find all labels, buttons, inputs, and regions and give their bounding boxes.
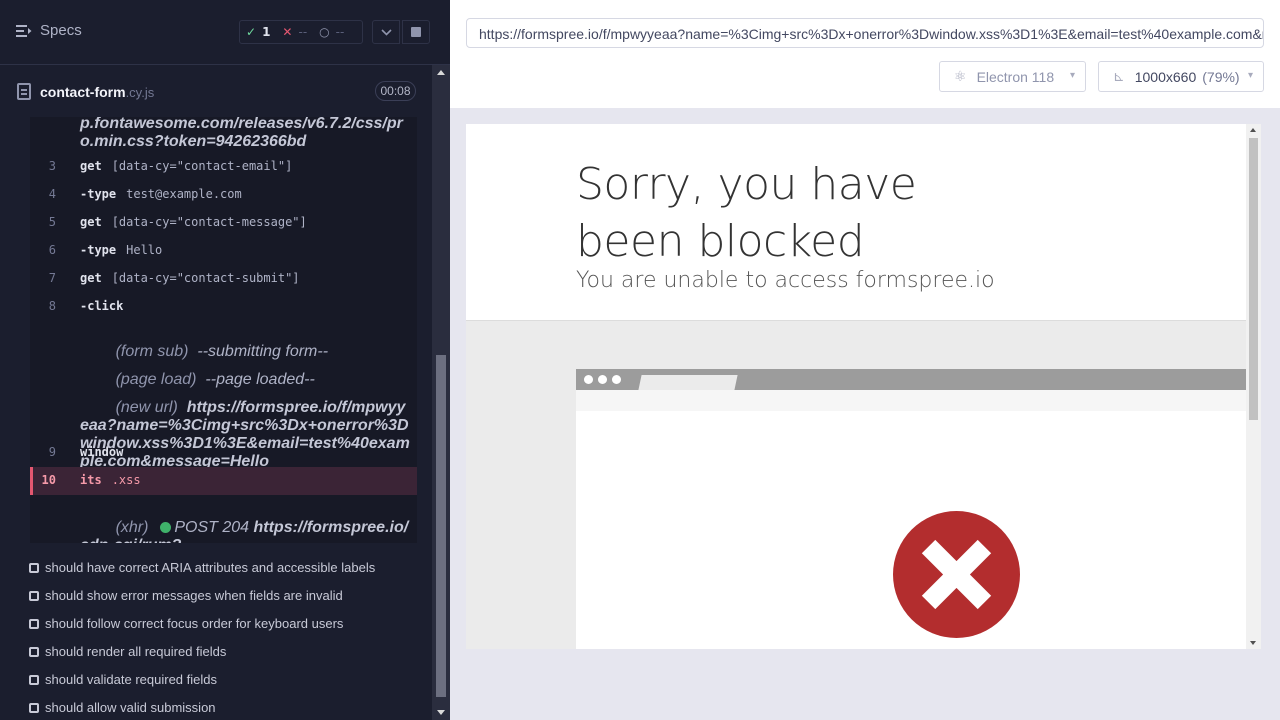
block-illustration xyxy=(466,321,1246,649)
browser-mock-tab xyxy=(638,375,738,390)
x-icon: ✕ xyxy=(282,25,293,39)
test-state-icon xyxy=(29,590,39,601)
block-page-header: Sorry, you have been blocked You are una… xyxy=(466,124,1246,321)
expand-button[interactable] xyxy=(372,20,400,44)
command-message-wrapped: p.fontawesome.com/releases/v6.7.2/css/pr… xyxy=(80,117,403,150)
electron-icon: ⚛ xyxy=(954,68,967,84)
status-dot-icon xyxy=(160,522,172,533)
test-item[interactable]: should show error messages when fields a… xyxy=(29,588,343,603)
test-item[interactable]: should follow correct focus order for ke… xyxy=(29,616,343,631)
page-subtitle: You are unable to access formspree.io xyxy=(576,268,995,293)
test-state-icon xyxy=(29,646,39,657)
test-item[interactable]: should validate required fields xyxy=(29,672,217,687)
stop-icon xyxy=(411,27,421,37)
viewport-info[interactable]: ⊾ 1000x660 (79%) ▾ xyxy=(1098,61,1264,92)
chevron-down-icon: ▾ xyxy=(1069,70,1075,81)
test-item[interactable]: should have correct ARIA attributes and … xyxy=(29,560,375,575)
viewport-size: 1000x660 xyxy=(1134,68,1197,85)
aut-header: https://formspree.io/f/mpwyyeaa?name=%3C… xyxy=(450,0,1280,108)
window-dots-icon xyxy=(584,375,621,384)
browser-mock-window xyxy=(576,411,1246,649)
test-item[interactable]: should allow valid submission xyxy=(29,700,216,715)
aut-iframe[interactable]: Sorry, you have been blocked You are una… xyxy=(466,124,1261,649)
test-item[interactable]: should render all required fields xyxy=(29,644,226,659)
xhr-event-row[interactable]: (xhr) POST 204 https://formspree.io/cdn-… xyxy=(80,501,412,543)
stop-button[interactable] xyxy=(402,20,430,44)
browser-label: Electron 118 xyxy=(976,68,1055,85)
menu-icon xyxy=(16,24,32,37)
browser-mock-titlebar xyxy=(576,369,1246,390)
spec-duration: 00:08 xyxy=(375,81,416,101)
specs-button[interactable]: Specs xyxy=(16,22,82,39)
iframe-scrollbar[interactable] xyxy=(1246,124,1261,649)
pending-icon: ○ xyxy=(319,25,330,39)
test-state-icon xyxy=(29,562,39,573)
blocked-x-icon xyxy=(893,511,1020,638)
viewport-scale: (79%) xyxy=(1202,68,1240,85)
test-state-icon xyxy=(29,702,39,713)
scroll-up-icon[interactable] xyxy=(437,70,445,75)
test-stats: ✓ 1 ✕ -- ○ -- xyxy=(239,20,363,44)
command-log: p.fontawesome.com/releases/v6.7.2/css/pr… xyxy=(30,117,417,543)
app-under-test-panel: https://formspree.io/f/mpwyyeaa?name=%3C… xyxy=(450,0,1280,720)
scroll-down-icon[interactable] xyxy=(1250,641,1256,645)
browser-selector[interactable]: ⚛ Electron 118 ▾ xyxy=(939,61,1086,92)
url-bar[interactable]: https://formspree.io/f/mpwyyeaa?name=%3C… xyxy=(466,18,1264,48)
reporter-scrollbar[interactable] xyxy=(432,65,450,720)
chevron-down-icon: ▾ xyxy=(1247,70,1253,81)
scroll-down-icon[interactable] xyxy=(437,710,445,715)
test-state-icon xyxy=(29,618,39,629)
url-text: https://formspree.io/f/mpwyyeaa?name=%3C… xyxy=(479,26,1263,42)
browser-mock-toolbar xyxy=(576,390,1246,411)
passed-count: ✓ 1 xyxy=(246,25,271,39)
failed-count: ✕ -- xyxy=(282,25,308,39)
scroll-up-icon[interactable] xyxy=(1250,128,1256,132)
chevron-down-icon xyxy=(380,28,392,36)
pending-count: ○ -- xyxy=(319,25,345,39)
scrollbar-thumb[interactable] xyxy=(436,355,446,697)
page-title: Sorry, you have been blocked xyxy=(576,159,917,267)
specs-label: Specs xyxy=(40,22,82,39)
command-reporter: Specs ✓ 1 ✕ -- ○ -- contact-form.cy.js 0… xyxy=(0,0,450,720)
command-scroll-area: p.fontawesome.com/releases/v6.7.2/css/pr… xyxy=(0,117,432,720)
scrollbar-thumb[interactable] xyxy=(1249,138,1258,420)
reporter-header: Specs ✓ 1 ✕ -- ○ -- xyxy=(0,0,450,65)
test-state-icon xyxy=(29,674,39,685)
ruler-icon: ⊾ xyxy=(1113,68,1125,84)
document-icon xyxy=(17,83,31,100)
active-command-row[interactable]: 10 its .xss xyxy=(30,467,417,495)
check-icon: ✓ xyxy=(246,25,257,39)
spec-title[interactable]: contact-form.cy.js xyxy=(40,84,154,100)
